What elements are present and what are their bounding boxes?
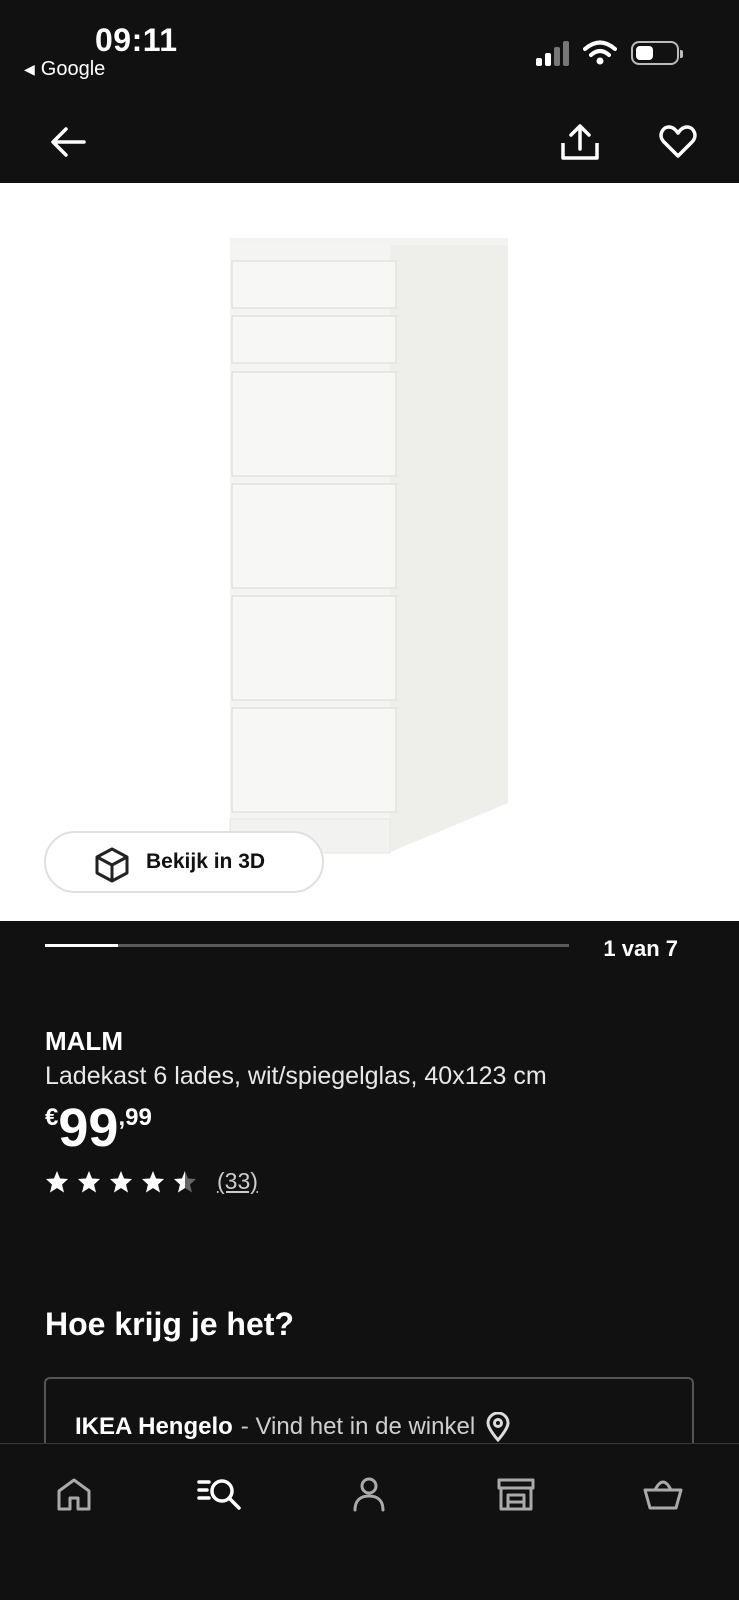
account-icon xyxy=(353,1477,385,1512)
star-icon xyxy=(78,1170,100,1192)
delivery-section-title: Hoe krijg je het? xyxy=(45,1306,294,1342)
cellular-signal-icon xyxy=(536,40,569,66)
tab-search[interactable] xyxy=(190,1464,250,1524)
view-in-3d-button[interactable]: Bekijk in 3D xyxy=(44,831,324,893)
price-currency: € xyxy=(45,1104,59,1131)
clock: 09:11 xyxy=(95,22,178,58)
store-availability-line[interactable]: IKEA Hengelo - Vind het in de winkel xyxy=(75,1412,511,1442)
store-icon xyxy=(497,1478,535,1511)
wifi-icon xyxy=(583,40,617,65)
gallery-counter: 1 van 7 xyxy=(603,936,678,961)
tab-home[interactable] xyxy=(44,1464,104,1524)
store-name: IKEA Hengelo xyxy=(75,1413,233,1440)
share-button[interactable] xyxy=(558,120,602,164)
status-bar: 09:11 ◀ Google xyxy=(0,0,739,90)
arrow-left-icon xyxy=(51,127,86,157)
back-to-app-link[interactable]: ◀ Google xyxy=(24,58,105,81)
rating-stars xyxy=(45,1170,197,1194)
product-name: MALM xyxy=(45,1026,123,1056)
store-note: - Vind het in de winkel xyxy=(240,1413,476,1440)
home-icon xyxy=(57,1478,91,1511)
product-description: Ladekast 6 lades, wit/spiegelglas, 40x12… xyxy=(45,1062,547,1090)
battery-icon xyxy=(631,41,683,65)
product-price: € 99 ,99 xyxy=(45,1098,152,1158)
price-decimal: ,99 xyxy=(118,1104,152,1131)
product-rating[interactable]: (33) xyxy=(45,1168,258,1195)
gallery-progress-bar xyxy=(45,944,569,947)
favorite-button[interactable] xyxy=(656,120,700,164)
location-pin-icon xyxy=(486,1412,510,1442)
back-triangle-icon: ◀ xyxy=(24,61,35,77)
share-icon xyxy=(561,124,599,160)
star-icon xyxy=(110,1170,132,1192)
basket-icon xyxy=(643,1480,683,1510)
tab-stores[interactable] xyxy=(486,1464,546,1524)
product-image-gallery[interactable]: Bekijk in 3D xyxy=(0,183,739,921)
gallery-progress-fill xyxy=(45,944,119,947)
search-icon xyxy=(197,1479,241,1510)
product-image xyxy=(229,238,508,854)
tab-account[interactable] xyxy=(339,1464,399,1524)
star-icon xyxy=(174,1170,196,1192)
heart-icon xyxy=(659,125,697,158)
view-in-3d-label: Bekijk in 3D xyxy=(146,850,266,873)
status-icons xyxy=(536,40,683,66)
review-count-link[interactable]: (33) xyxy=(217,1168,258,1195)
star-icon xyxy=(142,1170,164,1192)
price-integer: 99 xyxy=(58,1098,119,1158)
cube-3d-icon xyxy=(95,847,129,883)
back-button[interactable] xyxy=(46,120,90,164)
nav-bar xyxy=(0,100,739,180)
back-app-label: Google xyxy=(40,58,106,80)
bottom-tab-bar xyxy=(0,1443,739,1600)
star-icon xyxy=(46,1170,68,1192)
tab-basket[interactable] xyxy=(633,1464,693,1524)
